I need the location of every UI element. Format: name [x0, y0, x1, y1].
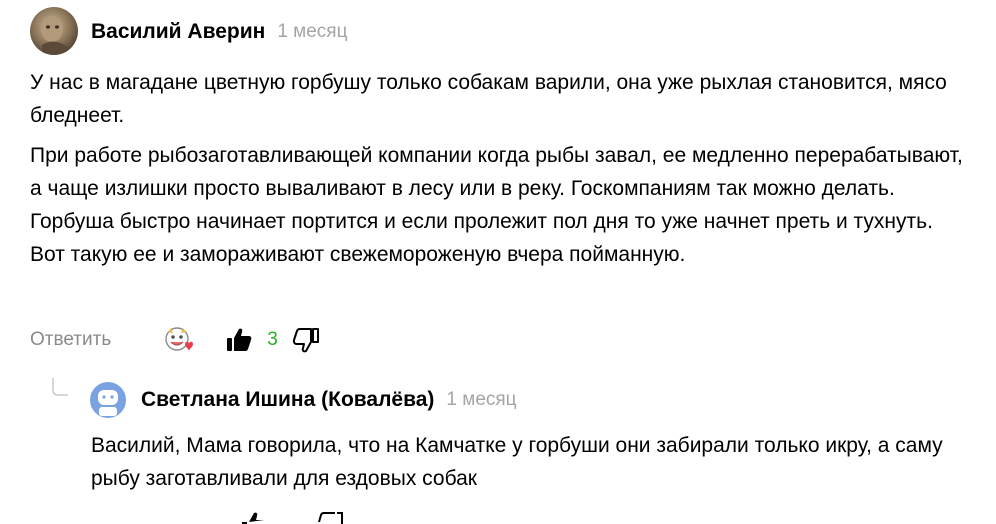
reaction-emoji-icon[interactable]	[163, 324, 195, 356]
thumbs-down-icon[interactable]	[292, 326, 320, 354]
comment-timestamp: 1 месяц	[446, 389, 517, 410]
reply-text: Василий, Мама говорила, что на Камчатке …	[91, 434, 943, 490]
comment-timestamp: 1 месяц	[277, 21, 348, 42]
comment-paragraph: При работе рыбозаготавливающей компании …	[30, 144, 963, 266]
comment-paragraph: У нас в магадане цветную горбушу только …	[30, 71, 947, 127]
reply-actions	[240, 510, 344, 524]
avatar[interactable]	[90, 382, 126, 418]
author-name[interactable]: Василий Аверин	[91, 20, 265, 44]
thumbs-down-icon[interactable]	[316, 510, 344, 524]
thumbs-up-icon[interactable]	[240, 510, 268, 524]
like-count: 3	[267, 329, 278, 350]
reply-thread-icon	[52, 378, 68, 396]
reply-header: Светлана Ишина (Ковалёва) 1 месяц	[141, 384, 517, 416]
comment-text: У нас в магадане цветную горбушу только …	[30, 66, 970, 278]
avatar[interactable]	[30, 7, 78, 55]
comment-header: Василий Аверин 1 месяц	[91, 16, 347, 48]
author-name[interactable]: Светлана Ишина (Ковалёва)	[141, 388, 434, 412]
thumbs-up-icon[interactable]	[225, 326, 253, 354]
reply-button[interactable]: Ответить	[30, 329, 111, 351]
comment-actions: Ответить 3	[30, 324, 320, 356]
